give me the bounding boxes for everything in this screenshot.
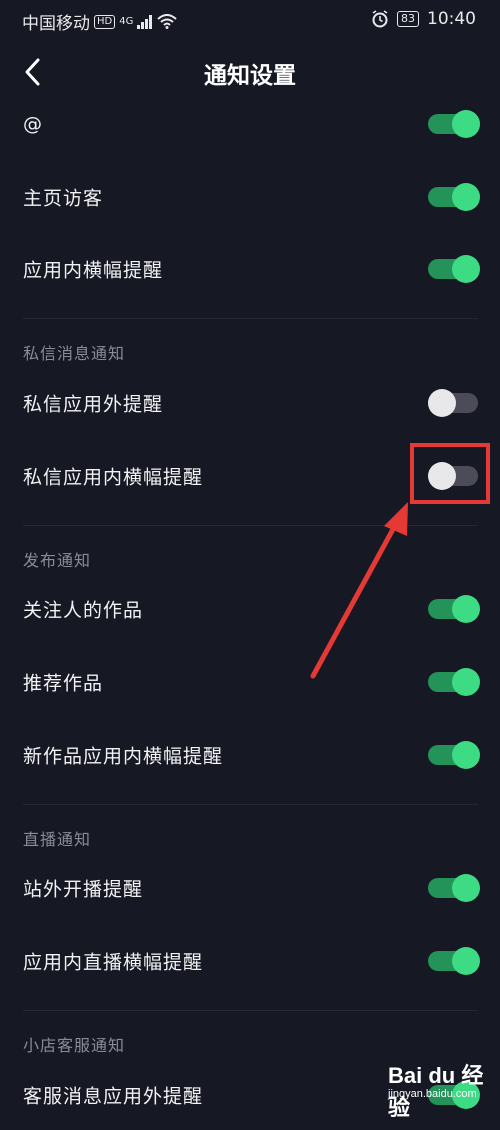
section-header: 私信消息通知 [23, 344, 126, 363]
setting-row-recommended-works: 推荐作品 [0, 647, 500, 717]
toggle-switch[interactable] [428, 255, 480, 283]
toggle-switch[interactable] [428, 389, 478, 417]
setting-label: 主页访客 [23, 187, 104, 210]
toggle-switch[interactable] [428, 668, 480, 696]
section-divider [23, 804, 478, 805]
setting-label: 站外开播提醒 [23, 878, 144, 901]
setting-label: 推荐作品 [23, 672, 104, 695]
setting-row-live-outside: 站外开播提醒 [0, 853, 500, 923]
toggle-switch[interactable] [428, 741, 480, 769]
setting-row-new-works-banner: 新作品应用内横幅提醒 [0, 720, 500, 790]
section-divider [23, 318, 478, 319]
toggle-switch[interactable] [428, 947, 480, 975]
page-title: 通知设置 [204, 63, 296, 89]
setting-label: 私信应用内横幅提醒 [23, 466, 204, 489]
setting-label: 客服消息应用外提醒 [23, 1085, 204, 1108]
carrier-label: 中国移动 [22, 14, 90, 34]
section-header: 发布通知 [23, 551, 92, 570]
section-header: 小店客服通知 [23, 1036, 126, 1055]
section-divider [23, 525, 478, 526]
setting-row-live-banner: 应用内直播横幅提醒 [0, 926, 500, 996]
hd-badge: HD [94, 14, 116, 29]
setting-row-followed-works: 关注人的作品 [0, 574, 500, 644]
signal-icon [137, 14, 153, 29]
section-header: 直播通知 [23, 830, 92, 849]
setting-label: 私信应用外提醒 [23, 393, 164, 416]
setting-label: 应用内横幅提醒 [23, 259, 164, 282]
setting-row-mention: @ [0, 89, 500, 159]
setting-row-pm-outside-app: 私信应用外提醒 [0, 368, 500, 438]
alarm-icon [372, 10, 388, 28]
setting-label: 新作品应用内横幅提醒 [23, 745, 224, 768]
watermark-site: jingyan.baidu.com [388, 1088, 477, 1100]
wifi-icon [157, 14, 178, 29]
status-bar: 中国移动 HD 4G 83 10:40 [0, 0, 500, 40]
baidu-jingyan-watermark: Bai du 经验 jingyan.baidu.com [388, 1058, 498, 1120]
clock: 10:40 [427, 9, 476, 29]
setting-row-profile-visitors: 主页访客 [0, 162, 500, 232]
annotation-highlight-box [410, 443, 490, 504]
network-label: 4G [119, 16, 134, 27]
setting-label: 应用内直播横幅提醒 [23, 951, 204, 974]
toggle-switch[interactable] [428, 110, 480, 138]
battery-indicator: 83 [397, 11, 419, 27]
toggle-switch[interactable] [428, 595, 480, 623]
setting-row-in-app-banner: 应用内横幅提醒 [0, 234, 500, 304]
toggle-switch[interactable] [428, 183, 480, 211]
setting-label: @ [23, 113, 43, 135]
section-divider [23, 1010, 478, 1011]
setting-label: 关注人的作品 [23, 599, 144, 622]
toggle-switch[interactable] [428, 874, 480, 902]
